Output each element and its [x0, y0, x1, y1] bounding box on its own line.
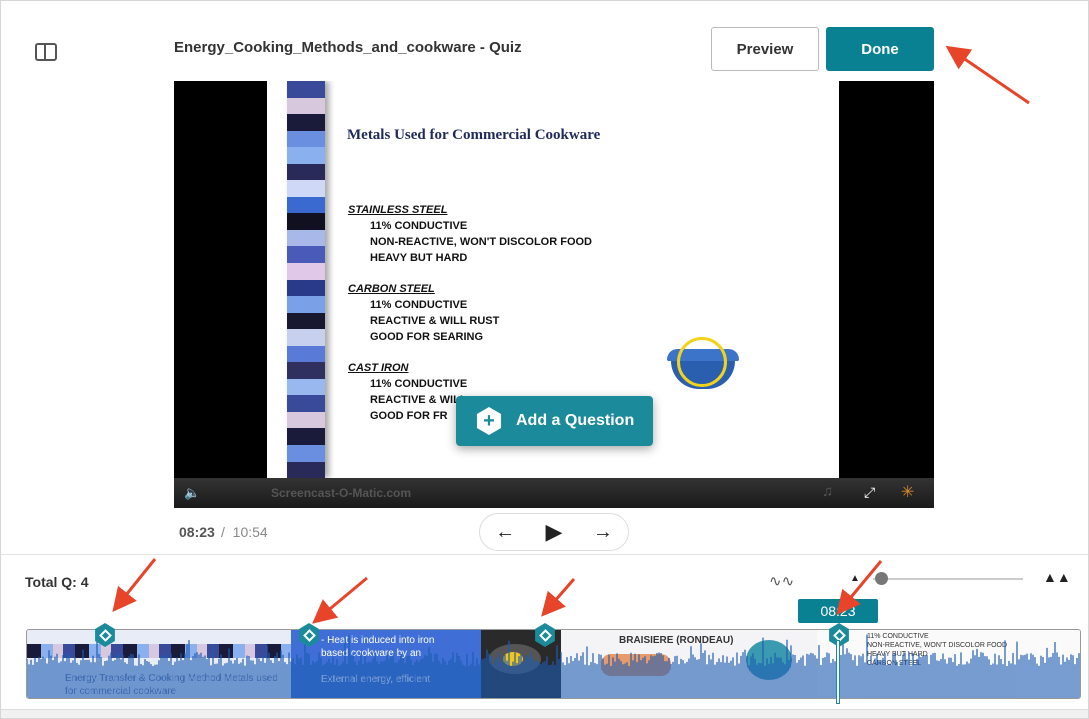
annotation-arrow	[112, 558, 157, 613]
annotation-arrow	[541, 578, 576, 617]
annotation-arrow	[836, 560, 883, 615]
quiz-editor: Energy_Cooking_Methods_and_cookware - Qu…	[0, 0, 1089, 719]
annotation-arrow	[945, 45, 1030, 105]
annotation-arrow	[312, 576, 368, 624]
annotation-arrows	[112, 45, 1030, 624]
